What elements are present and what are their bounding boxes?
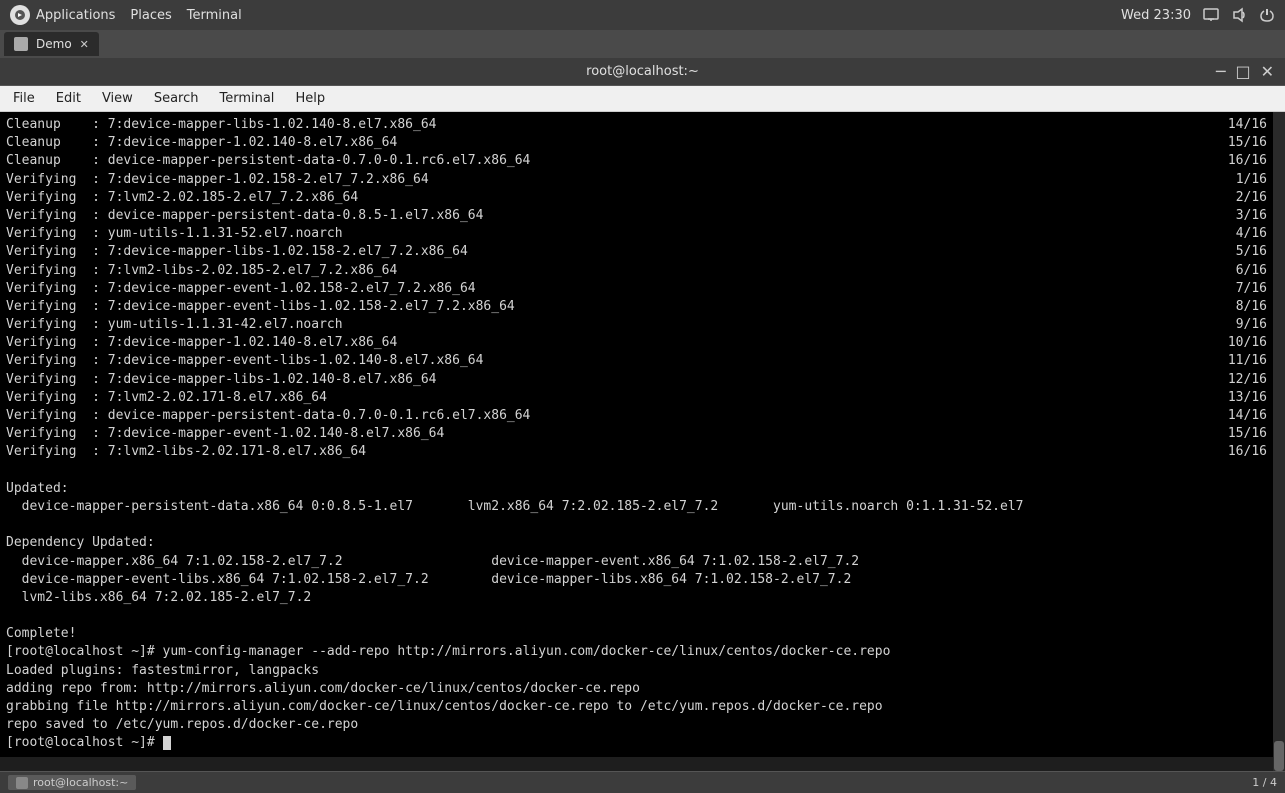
app-menu-icon [10, 5, 30, 25]
terminal-line: Cleanup : device-mapper-persistent-data-… [6, 152, 1267, 170]
terminal-scrollbar[interactable] [1273, 112, 1285, 771]
terminal-dep-header: Dependency Updated: [6, 534, 1267, 552]
page-indicator: 1 / 4 [1252, 776, 1277, 789]
tab-icon [14, 37, 28, 51]
status-tab[interactable]: root@localhost:~ [8, 775, 136, 790]
tab-bar: Demo ✕ [0, 30, 1285, 58]
minimize-button[interactable]: ─ [1213, 62, 1229, 81]
menu-view[interactable]: View [94, 89, 141, 108]
menu-edit[interactable]: Edit [48, 89, 89, 108]
terminal-line: Verifying : 7:device-mapper-event-1.02.1… [6, 280, 1267, 298]
places-label[interactable]: Places [130, 8, 171, 23]
system-bar-left: Applications Places Terminal [10, 5, 242, 25]
display-icon[interactable] [1203, 7, 1219, 23]
terminal-line: Verifying : device-mapper-persistent-dat… [6, 207, 1267, 225]
terminal-menu-bar: File Edit View Search Terminal Help [0, 86, 1285, 112]
terminal-line: Verifying : device-mapper-persistent-dat… [6, 407, 1267, 425]
power-icon[interactable] [1259, 7, 1275, 23]
terminal-scrollbar-thumb[interactable] [1274, 741, 1284, 771]
clock: Wed 23:30 [1121, 8, 1191, 23]
terminal-dep-line1: device-mapper.x86_64 7:1.02.158-2.el7_7.… [6, 553, 1267, 571]
status-tab-icon [16, 777, 28, 789]
status-tab-label: root@localhost:~ [33, 776, 128, 789]
terminal-repo-saved: repo saved to /etc/yum.repos.d/docker-ce… [6, 716, 1267, 734]
terminal-adding: adding repo from: http://mirrors.aliyun.… [6, 680, 1267, 698]
terminal-line: Verifying : 7:device-mapper-event-1.02.1… [6, 425, 1267, 443]
terminal-blank-line [6, 462, 1267, 480]
terminal-scroll-area: Cleanup : 7:device-mapper-libs-1.02.140-… [0, 112, 1285, 771]
system-bar: Applications Places Terminal Wed 23:30 [0, 0, 1285, 30]
close-button[interactable]: ✕ [1258, 62, 1277, 81]
terminal-loaded: Loaded plugins: fastestmirror, langpacks [6, 662, 1267, 680]
terminal-blank-line3 [6, 607, 1267, 625]
volume-icon[interactable] [1231, 7, 1247, 23]
terminal-updated-header: Updated: [6, 480, 1267, 498]
terminal-window: root@localhost:~ ─ □ ✕ File Edit View Se… [0, 58, 1285, 793]
terminal-line: Verifying : 7:device-mapper-libs-1.02.15… [6, 243, 1267, 261]
menu-file[interactable]: File [5, 89, 43, 108]
terminal-prompt2: [root@localhost ~]# [6, 734, 1267, 752]
tab-label: Demo [36, 37, 72, 51]
terminal-line: Verifying : 7:lvm2-libs-2.02.171-8.el7.x… [6, 443, 1267, 461]
maximize-button[interactable]: □ [1232, 62, 1253, 81]
terminal-line: Verifying : 7:device-mapper-libs-1.02.14… [6, 371, 1267, 389]
terminal-line: Verifying : 7:lvm2-2.02.185-2.el7_7.2.x8… [6, 189, 1267, 207]
terminal-line: Verifying : 7:lvm2-libs-2.02.185-2.el7_7… [6, 262, 1267, 280]
terminal-updated-line: device-mapper-persistent-data.x86_64 0:0… [6, 498, 1267, 516]
terminal-label[interactable]: Terminal [187, 8, 242, 23]
menu-search[interactable]: Search [146, 89, 207, 108]
terminal-window-controls: ─ □ ✕ [1213, 62, 1277, 81]
terminal-line: Verifying : 7:device-mapper-1.02.158-2.e… [6, 171, 1267, 189]
terminal-line: Verifying : 7:device-mapper-event-libs-1… [6, 352, 1267, 370]
terminal-line: Verifying : yum-utils-1.1.31-52.el7.noar… [6, 225, 1267, 243]
terminal-title-bar: root@localhost:~ ─ □ ✕ [0, 58, 1285, 86]
terminal-line: Verifying : 7:device-mapper-event-libs-1… [6, 298, 1267, 316]
terminal-line: Verifying : 7:lvm2-2.02.171-8.el7.x86_64… [6, 389, 1267, 407]
terminal-cursor [163, 736, 171, 750]
app-menu-container[interactable]: Applications [10, 5, 115, 25]
terminal-line: Cleanup : 7:device-mapper-1.02.140-8.el7… [6, 134, 1267, 152]
terminal-command1: [root@localhost ~]# yum-config-manager -… [6, 643, 1267, 661]
menu-terminal[interactable]: Terminal [211, 89, 282, 108]
terminal-dep-line3: lvm2-libs.x86_64 7:2.02.185-2.el7_7.2 [6, 589, 1267, 607]
terminal-status-bar: root@localhost:~ 1 / 4 [0, 771, 1285, 793]
terminal-line: Cleanup : 7:device-mapper-libs-1.02.140-… [6, 116, 1267, 134]
terminal-dep-line2: device-mapper-event-libs.x86_64 7:1.02.1… [6, 571, 1267, 589]
terminal-grabbing: grabbing file http://mirrors.aliyun.com/… [6, 698, 1267, 716]
menu-help[interactable]: Help [287, 89, 333, 108]
terminal-complete: Complete! [6, 625, 1267, 643]
terminal-title: root@localhost:~ [586, 64, 699, 79]
terminal-line: Verifying : 7:device-mapper-1.02.140-8.e… [6, 334, 1267, 352]
system-bar-right: Wed 23:30 [1121, 7, 1275, 23]
tab-demo[interactable]: Demo ✕ [4, 32, 99, 56]
tab-close-button[interactable]: ✕ [80, 38, 89, 51]
terminal-blank-line2 [6, 516, 1267, 534]
terminal-line: Verifying : yum-utils-1.1.31-42.el7.noar… [6, 316, 1267, 334]
terminal-scroll-content: Cleanup : 7:device-mapper-libs-1.02.140-… [0, 112, 1273, 771]
applications-label[interactable]: Applications [36, 8, 115, 23]
terminal-content[interactable]: Cleanup : 7:device-mapper-libs-1.02.140-… [0, 112, 1273, 757]
